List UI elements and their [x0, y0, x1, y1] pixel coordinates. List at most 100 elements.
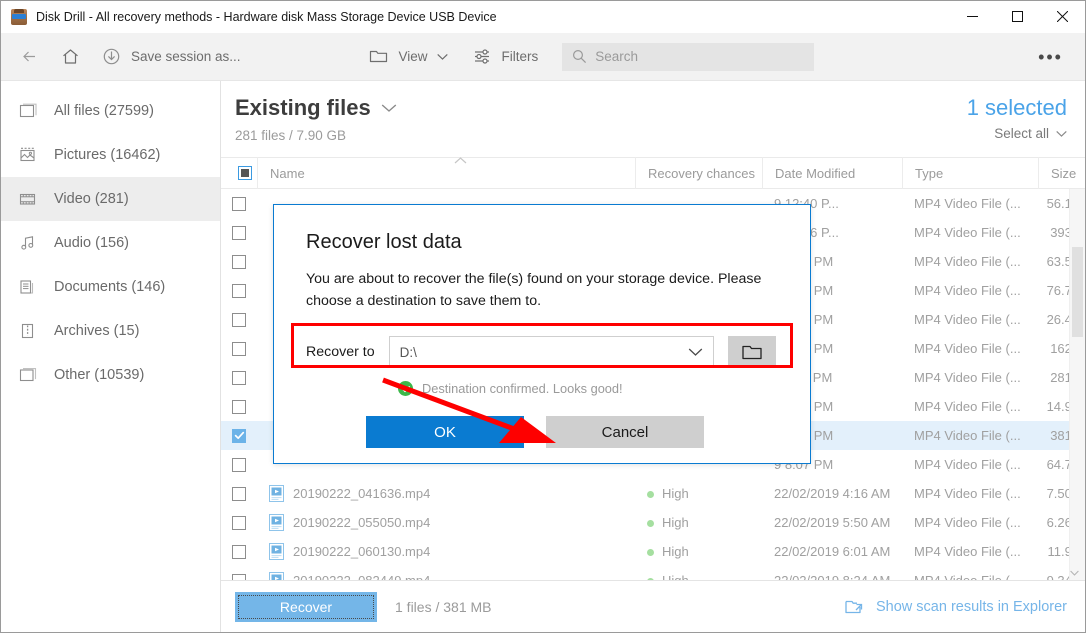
vertical-scrollbar[interactable] [1069, 189, 1085, 580]
chance-label: High [662, 544, 689, 559]
search-input[interactable]: Search [562, 43, 814, 71]
browse-folder-button[interactable] [728, 336, 776, 368]
sidebar-item-label: Other (10539) [54, 367, 144, 383]
recover-button[interactable]: Recover [235, 592, 377, 622]
back-button[interactable] [9, 37, 50, 77]
confirmation-text: Destination confirmed. Looks good! [422, 381, 623, 396]
select-all-dropdown[interactable]: Select all [967, 126, 1067, 141]
column-header-size[interactable]: Size [1038, 157, 1086, 189]
checkbox-unchecked-icon [232, 197, 246, 211]
dialog-title: Recover lost data [306, 231, 776, 254]
sidebar-item-other[interactable]: Other (10539) [1, 353, 220, 397]
table-row[interactable]: 20190222_041636.mp4High22/02/2019 4:16 A… [221, 479, 1085, 508]
window-title: Disk Drill - All recovery methods - Hard… [36, 10, 497, 24]
row-checkbox[interactable] [221, 574, 257, 581]
recover-to-label: Recover to [306, 344, 375, 360]
cancel-button[interactable]: Cancel [546, 416, 704, 448]
search-icon [572, 49, 587, 64]
table-row[interactable]: 20190222_060130.mp4High22/02/2019 6:01 A… [221, 537, 1085, 566]
minimize-button[interactable] [950, 1, 995, 33]
file-name-label: 20190222_060130.mp4 [293, 544, 430, 559]
column-label: Date Modified [775, 166, 855, 181]
row-checkbox[interactable] [221, 284, 257, 298]
chance-indicator-dot [647, 549, 654, 556]
save-session-button[interactable]: Save session as... [91, 37, 251, 77]
more-options-button[interactable]: ••• [1030, 42, 1071, 72]
cell-type: MP4 Video File (... [902, 341, 1038, 356]
column-header-date-modified[interactable]: Date Modified [762, 157, 902, 189]
row-checkbox[interactable] [221, 429, 257, 443]
column-header-type[interactable]: Type [902, 157, 1038, 189]
table-row[interactable]: 20190222_082449.mp4 High 22/02/2019 8:24 A… [221, 566, 1085, 580]
column-header-name[interactable]: Name [257, 157, 635, 189]
music-icon [18, 233, 38, 253]
row-checkbox[interactable] [221, 313, 257, 327]
cell-name: 20190222_082449.mp4 [257, 572, 635, 580]
scroll-down-arrow-icon[interactable] [1070, 570, 1085, 576]
row-checkbox[interactable] [221, 342, 257, 356]
sidebar-item-pictures[interactable]: Pictures (16462) [1, 133, 220, 177]
table-row[interactable]: 20190222_055050.mp4High22/02/2019 5:50 A… [221, 508, 1085, 537]
file-count-subtitle: 281 files / 7.90 GB [235, 128, 967, 143]
sidebar-item-label: Archives (15) [54, 323, 139, 339]
show-in-explorer-link[interactable]: Show scan results in Explorer [845, 598, 1067, 615]
column-header-recovery-chances[interactable]: Recovery chances [635, 157, 762, 189]
maximize-button[interactable] [995, 1, 1040, 33]
cell-type: MP4 Video File (... [902, 283, 1038, 298]
sidebar-item-audio[interactable]: Audio (156) [1, 221, 220, 265]
chance-label: High [662, 515, 689, 530]
chance-indicator-dot [647, 491, 654, 498]
filters-button[interactable]: Filters [462, 37, 549, 77]
cell-date-modified: 22/02/2019 4:16 AM [762, 486, 902, 501]
row-checkbox[interactable] [221, 197, 257, 211]
file-name-label: 20190222_055050.mp4 [293, 515, 430, 530]
view-button[interactable]: View [358, 37, 457, 77]
app-logo-icon [11, 9, 27, 25]
destination-value: D:\ [400, 345, 417, 360]
row-checkbox[interactable] [221, 371, 257, 385]
sidebar-item-all-files[interactable]: All files (27599) [1, 89, 220, 133]
search-placeholder: Search [595, 49, 638, 64]
chance-label: High [662, 573, 689, 580]
select-all-checkbox[interactable] [221, 157, 257, 189]
checkbox-unchecked-icon [232, 400, 246, 414]
destination-select[interactable]: D:\ [389, 336, 714, 368]
dialog-buttons: OK Cancel [306, 416, 776, 448]
back-arrow-icon [19, 46, 40, 67]
home-button[interactable] [50, 37, 91, 77]
checkbox-unchecked-icon [232, 255, 246, 269]
checkbox-unchecked-icon [232, 458, 246, 472]
row-checkbox[interactable] [221, 516, 257, 530]
chevron-down-icon [381, 103, 397, 113]
cell-date-modified: 22/02/2019 8:24 AM [762, 573, 902, 580]
row-checkbox[interactable] [221, 487, 257, 501]
checkbox-unchecked-icon [232, 313, 246, 327]
scrollbar-thumb[interactable] [1072, 247, 1083, 337]
row-checkbox[interactable] [221, 255, 257, 269]
row-checkbox[interactable] [221, 545, 257, 559]
sidebar-item-label: Audio (156) [54, 235, 129, 251]
ok-button[interactable]: OK [366, 416, 524, 448]
title-bar: Disk Drill - All recovery methods - Hard… [1, 1, 1085, 33]
checkbox-checked-icon [232, 429, 246, 443]
checkbox-unchecked-icon [232, 487, 246, 501]
footer-selection-stats: 1 files / 381 MB [395, 599, 492, 615]
selected-count: 1 selected [967, 95, 1067, 121]
cell-name: 20190222_055050.mp4 [257, 514, 635, 531]
existing-files-dropdown[interactable]: Existing files [235, 95, 967, 121]
sidebar-item-archives[interactable]: Archives (15) [1, 309, 220, 353]
sidebar-item-video[interactable]: Video (281) [1, 177, 220, 221]
row-checkbox[interactable] [221, 226, 257, 240]
checkbox-unchecked-icon [232, 284, 246, 298]
dialog-description: You are about to recover the file(s) fou… [306, 268, 786, 312]
checkbox-unchecked-icon [232, 574, 246, 581]
chevron-down-icon [688, 347, 703, 357]
cell-type: MP4 Video File (... [902, 486, 1038, 501]
cell-recovery-chance: High [635, 544, 762, 559]
row-checkbox[interactable] [221, 400, 257, 414]
row-checkbox[interactable] [221, 458, 257, 472]
sidebar-item-documents[interactable]: Documents (146) [1, 265, 220, 309]
column-label: Type [915, 166, 943, 181]
close-button[interactable] [1040, 1, 1085, 33]
cell-type: MP4 Video File (... [902, 370, 1038, 385]
